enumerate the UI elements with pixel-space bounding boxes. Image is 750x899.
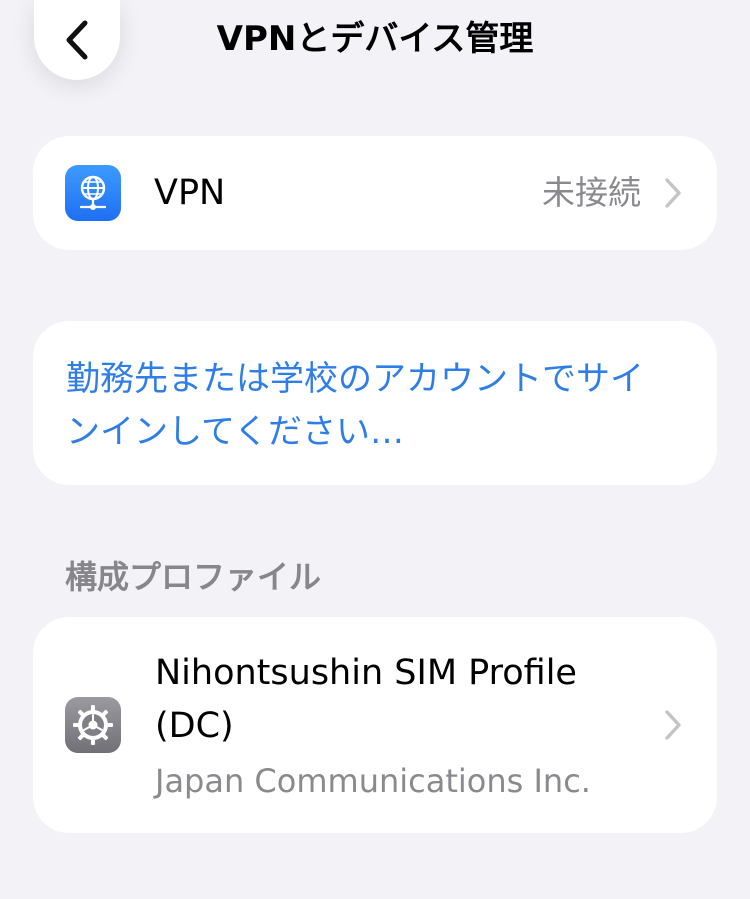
profile-row[interactable]: Nihontsushin SIM Profile (DC) Japan Comm… <box>33 617 717 833</box>
signin-card: 勤務先または学校のアカウントでサインインしてください… <box>33 321 717 485</box>
settings-gear-icon <box>65 697 121 753</box>
vpn-status: 未接続 <box>542 173 641 212</box>
vpn-device-management-screen: VPNとデバイス管理 VPN 未接続 勤務先または学校のアカウントでサインインし… <box>0 0 750 899</box>
configuration-profiles-header: 構成プロファイル <box>65 558 322 596</box>
vpn-row[interactable]: VPN 未接続 <box>33 136 717 250</box>
page-title: VPNとデバイス管理 <box>216 19 534 59</box>
back-button[interactable] <box>34 0 120 80</box>
profile-organization: Japan Communications Inc. <box>155 762 591 800</box>
work-school-signin-link[interactable]: 勤務先または学校のアカウントでサインインしてください… <box>66 353 676 459</box>
chevron-right-icon <box>665 710 681 740</box>
chevron-right-icon <box>665 178 681 208</box>
profile-name: Nihontsushin SIM Profile (DC) <box>155 653 577 746</box>
chevron-left-icon <box>66 20 88 60</box>
globe-network-icon <box>65 165 121 221</box>
vpn-label: VPN <box>154 173 226 213</box>
